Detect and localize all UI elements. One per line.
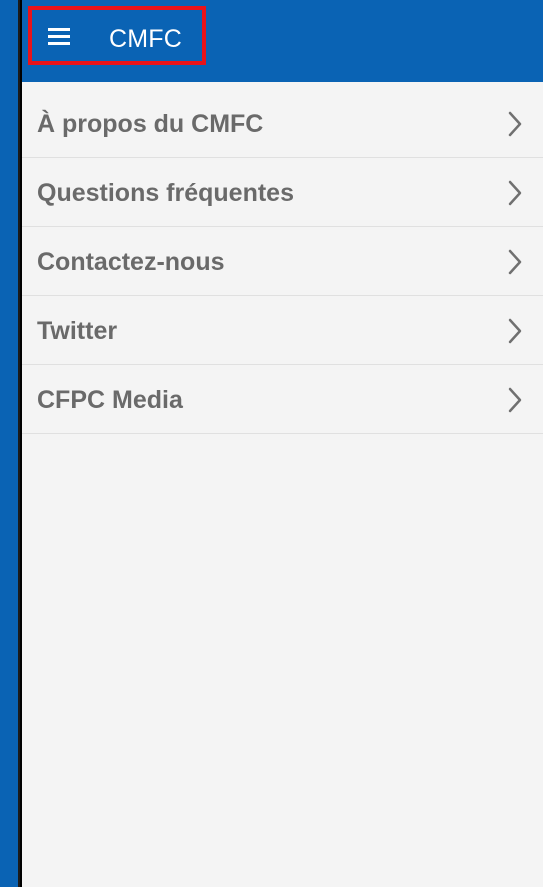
menu-item-label: CFPC Media	[37, 386, 183, 414]
menu-item-twitter[interactable]: Twitter	[22, 296, 543, 365]
app-title: CMFC	[109, 25, 183, 53]
chevron-right-icon	[508, 111, 522, 137]
menu-item-contact[interactable]: Contactez-nous	[22, 227, 543, 296]
menu-item-label: À propos du CMFC	[37, 110, 264, 138]
menu-list: À propos du CMFC Questions fréquentes Co…	[22, 89, 543, 434]
menu-item-questions[interactable]: Questions fréquentes	[22, 158, 543, 227]
chevron-right-icon	[508, 180, 522, 206]
chevron-right-icon	[508, 318, 522, 344]
menu-item-label: Questions fréquentes	[37, 179, 294, 207]
menu-item-a-propos[interactable]: À propos du CMFC	[22, 89, 543, 158]
background-strip	[0, 0, 20, 887]
app-bar: CMFC	[22, 0, 543, 82]
chevron-right-icon	[508, 249, 522, 275]
chevron-right-icon	[508, 387, 522, 413]
menu-item-cfpc-media[interactable]: CFPC Media	[22, 365, 543, 434]
menu-item-label: Contactez-nous	[37, 248, 225, 276]
hamburger-menu-icon[interactable]	[48, 28, 70, 45]
app-screen: CMFC À propos du CMFC Questions fréquent…	[22, 0, 543, 887]
menu-item-label: Twitter	[37, 317, 118, 345]
